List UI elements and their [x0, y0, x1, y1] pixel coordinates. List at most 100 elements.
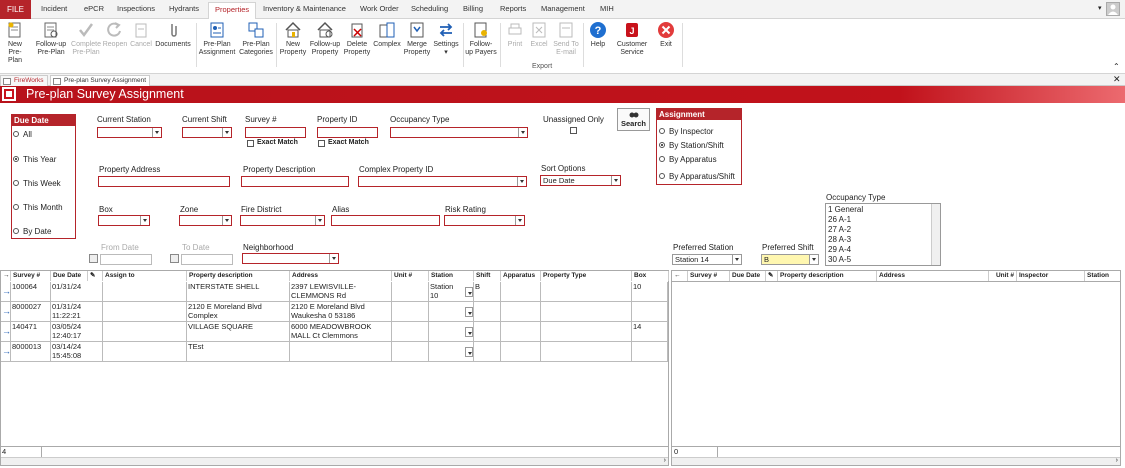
- row-select-arrow-icon[interactable]: →: [1, 342, 11, 362]
- horizontal-scrollbar[interactable]: ›: [672, 457, 1120, 465]
- risk-rating-select[interactable]: [444, 215, 525, 226]
- table-row[interactable]: → 100064 01/31/24 INTERSTATE SHELL 2397 LEWI…: [1, 282, 668, 302]
- due-this-month-radio[interactable]: [13, 204, 19, 210]
- property-exact-match-checkbox[interactable]: [318, 140, 325, 147]
- tab-incident[interactable]: Incident: [41, 4, 67, 13]
- new-property-button[interactable]: New Property: [278, 21, 308, 57]
- grid-header-survey[interactable]: Survey #: [11, 271, 51, 281]
- delete-property-button[interactable]: Delete Property: [343, 21, 371, 57]
- reopen-button[interactable]: Reopen: [102, 21, 128, 49]
- by-station-shift-radio[interactable]: [659, 142, 665, 148]
- occupancy-type-select[interactable]: [390, 127, 528, 138]
- close-doc-icon[interactable]: ✕: [1113, 74, 1121, 85]
- tab-billing[interactable]: Billing: [463, 4, 483, 13]
- cancel-button[interactable]: Cancel: [128, 21, 154, 49]
- grid-header-due-date[interactable]: Due Date: [51, 271, 88, 281]
- current-station-select[interactable]: [97, 127, 162, 138]
- excel-button[interactable]: Excel: [527, 21, 551, 49]
- table-row[interactable]: → 8000013 03/14/24 15:45:08 TEst: [1, 342, 668, 362]
- by-apparatus-radio[interactable]: [659, 156, 665, 162]
- preferred-shift-select[interactable]: B: [761, 254, 819, 265]
- box-select[interactable]: [98, 215, 150, 226]
- tab-properties[interactable]: Properties: [208, 2, 257, 20]
- tab-epcr[interactable]: ePCR: [84, 4, 104, 13]
- neighborhood-select[interactable]: [242, 253, 339, 264]
- chevron-down-icon[interactable]: [465, 327, 473, 337]
- rgrid-header-description[interactable]: Property description: [778, 271, 877, 281]
- complex-button[interactable]: Complex: [372, 21, 402, 49]
- grid-header-property-type[interactable]: Property Type: [541, 271, 632, 281]
- grid-header-description[interactable]: Property description: [187, 271, 290, 281]
- user-avatar-icon[interactable]: [1106, 2, 1120, 16]
- alias-input[interactable]: [331, 215, 440, 226]
- grid-header-apparatus[interactable]: Apparatus: [501, 271, 541, 281]
- table-row[interactable]: → 140471 03/05/24 12:40:17 VILLAGE SQUARE 600…: [1, 322, 668, 342]
- rgrid-header-survey[interactable]: Survey #: [688, 271, 730, 281]
- rgrid-header-station[interactable]: Station: [1085, 271, 1121, 281]
- survey-exact-match-checkbox[interactable]: [247, 140, 254, 147]
- row-select-arrow-icon[interactable]: →: [1, 282, 11, 302]
- help-button[interactable]: ? Help: [586, 21, 610, 49]
- list-item[interactable]: 29 A-4: [828, 245, 851, 254]
- tab-inspections[interactable]: Inspections: [117, 4, 155, 13]
- rgrid-header-unit[interactable]: Unit #: [989, 271, 1017, 281]
- grid-header-edit[interactable]: ✎: [88, 271, 103, 281]
- listbox-scrollbar[interactable]: [931, 204, 940, 265]
- complex-property-id-select[interactable]: [358, 176, 527, 187]
- tab-mih[interactable]: MIH: [600, 4, 614, 13]
- grid-header-station[interactable]: Station: [429, 271, 474, 281]
- list-item[interactable]: 26 A-1: [828, 215, 851, 224]
- tab-work-order[interactable]: Work Order: [360, 4, 399, 13]
- chevron-down-icon[interactable]: [465, 287, 473, 297]
- table-row[interactable]: → 8000027 01/31/24 11:22:21 2120 E Moreland …: [1, 302, 668, 322]
- file-tab[interactable]: FILE: [0, 0, 31, 19]
- ribbon-options-icon[interactable]: ▾: [1098, 4, 1102, 12]
- current-shift-select[interactable]: [182, 127, 232, 138]
- property-description-input[interactable]: [241, 176, 349, 187]
- doctab-fireworks[interactable]: FireWorks: [0, 75, 48, 86]
- grid-header-unit[interactable]: Unit #: [392, 271, 429, 281]
- zone-select[interactable]: [179, 215, 232, 226]
- chevron-right-icon[interactable]: ›: [1116, 457, 1118, 464]
- horizontal-scrollbar[interactable]: ›: [1, 457, 668, 465]
- due-this-week-radio[interactable]: [13, 180, 19, 186]
- rgrid-header-address[interactable]: Address: [877, 271, 989, 281]
- row-select-arrow-icon[interactable]: →: [1, 302, 11, 322]
- followup-property-button[interactable]: Follow-up Property: [307, 21, 343, 57]
- complete-preplan-button[interactable]: Complete Pre-Plan: [69, 21, 103, 57]
- preferred-station-select[interactable]: Station 14: [672, 254, 742, 265]
- rgrid-header-due-date[interactable]: Due Date: [730, 271, 766, 281]
- chevron-down-icon[interactable]: [465, 307, 473, 317]
- by-inspector-radio[interactable]: [659, 128, 665, 134]
- tab-reports[interactable]: Reports: [500, 4, 526, 13]
- unassigned-only-checkbox[interactable]: [570, 127, 577, 134]
- preplan-categories-button[interactable]: Pre-Plan Categories: [238, 21, 274, 57]
- merge-property-button[interactable]: Merge Property: [402, 21, 432, 57]
- calendar-icon[interactable]: [89, 254, 98, 263]
- occupancy-listbox[interactable]: 1 General 26 A-1 27 A-2 28 A-3 29 A-4 30…: [825, 203, 941, 266]
- due-this-year-radio[interactable]: [13, 156, 19, 162]
- collapse-ribbon-icon[interactable]: ⌃: [1113, 62, 1120, 71]
- send-email-button[interactable]: Send To E-mail: [552, 21, 580, 57]
- chevron-right-icon[interactable]: ›: [664, 457, 666, 464]
- tab-inventory-maintenance[interactable]: Inventory & Maintenance: [263, 4, 346, 13]
- to-date-input[interactable]: [181, 254, 233, 265]
- tab-hydrants[interactable]: Hydrants: [169, 4, 199, 13]
- rgrid-header-edit[interactable]: ✎: [766, 271, 778, 281]
- search-button[interactable]: Search: [617, 108, 650, 131]
- chevron-down-icon[interactable]: [465, 347, 473, 357]
- fire-district-select[interactable]: [240, 215, 325, 226]
- tab-scheduling[interactable]: Scheduling: [411, 4, 448, 13]
- followup-payers-button[interactable]: Follow-up Payers: [465, 21, 497, 57]
- row-select-arrow-icon[interactable]: →: [1, 322, 11, 342]
- list-item[interactable]: 27 A-2: [828, 225, 851, 234]
- list-item[interactable]: 1 General: [828, 205, 863, 214]
- rgrid-header-inspector[interactable]: Inspector: [1017, 271, 1085, 281]
- from-date-input[interactable]: [100, 254, 152, 265]
- followup-preplan-button[interactable]: Follow-up Pre-Plan: [33, 21, 69, 57]
- calendar-icon[interactable]: [170, 254, 179, 263]
- grid-header-box[interactable]: Box: [632, 271, 669, 281]
- sort-options-select[interactable]: Due Date: [540, 175, 621, 186]
- by-apparatus-shift-radio[interactable]: [659, 173, 665, 179]
- due-all-radio[interactable]: [13, 131, 19, 137]
